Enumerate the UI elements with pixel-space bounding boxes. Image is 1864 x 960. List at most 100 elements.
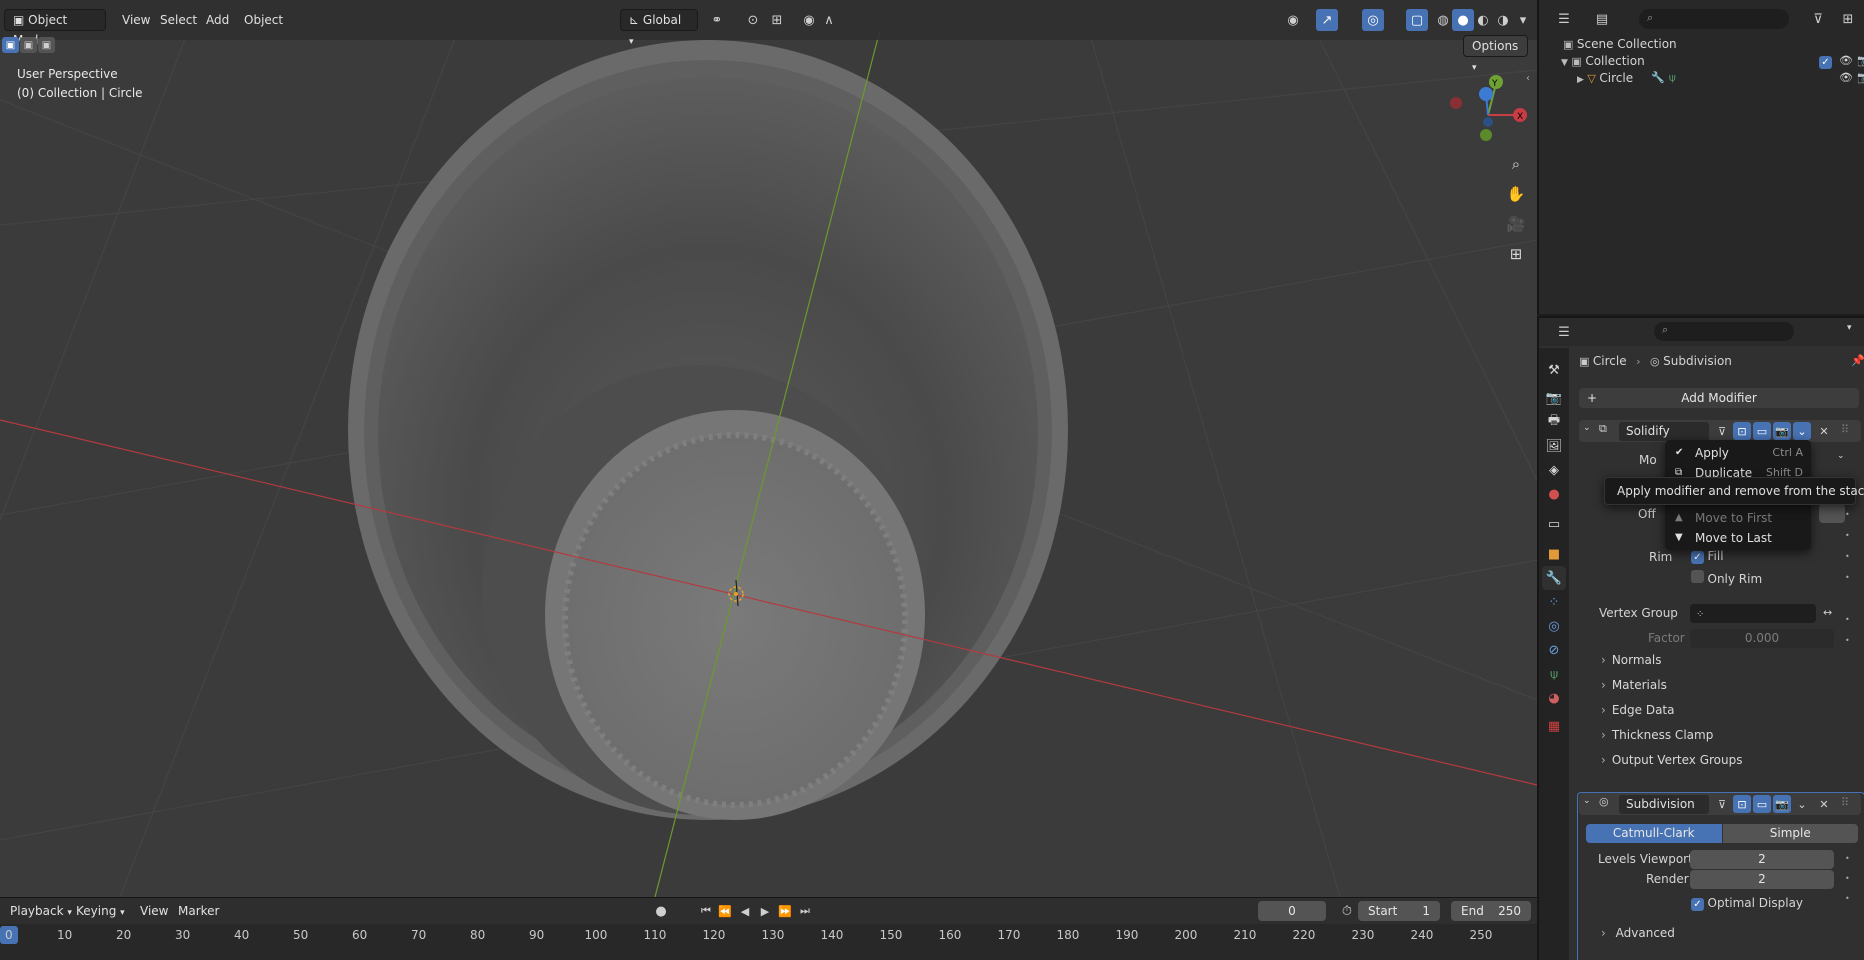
timeline-menu-keying[interactable]: Keying ▾ — [68, 900, 133, 922]
data-tab-icon[interactable]: ⍦ — [1542, 662, 1566, 686]
optimal-display-checkbox[interactable]: ✓ Optimal Display — [1691, 896, 1803, 911]
wrench-icon[interactable]: 🔧 — [1651, 71, 1665, 84]
eye-icon[interactable]: 👁 — [1839, 54, 1853, 67]
mesh-data-icon[interactable]: ⍦ — [1669, 71, 1676, 85]
advanced-panel[interactable]: › Advanced — [1601, 926, 1675, 940]
texture-tab-icon[interactable]: ▦ — [1542, 714, 1566, 738]
stopwatch-icon[interactable]: ⏱ — [1336, 900, 1358, 922]
gizmo-toggle-icon[interactable]: ↗ — [1316, 9, 1338, 31]
close-icon[interactable]: ✕ — [1815, 795, 1833, 813]
outliner-row-collection[interactable]: ▼ ▣ Collection ✓ 👁 📷 — [1561, 54, 1864, 69]
xray-toggle-icon[interactable]: ▢ — [1406, 9, 1428, 31]
render-levels-field[interactable]: 2 — [1690, 870, 1834, 889]
display-mode-icon[interactable]: ▤ — [1591, 8, 1613, 30]
output-tab-icon[interactable]: 🖶 — [1542, 410, 1566, 434]
outliner-row-circle[interactable]: ▶ ▽ Circle 🔧 ⍦ 👁 📷 — [1577, 71, 1864, 85]
chevron-down-icon[interactable]: ⌄ — [1583, 423, 1591, 433]
only-rim-checkbox[interactable]: Only Rim — [1691, 570, 1762, 586]
menu-item-apply[interactable]: ✔ Apply Ctrl A — [1665, 443, 1811, 463]
transform-orientation-select[interactable]: ⊾ Global ▾ — [620, 9, 698, 47]
scene-tab-icon[interactable]: ◈ — [1542, 458, 1566, 482]
modifier-name-field[interactable]: Subdivision — [1619, 795, 1709, 814]
physics-tab-icon[interactable]: ◎ — [1542, 614, 1566, 638]
vertex-group-field[interactable]: ⁘ — [1690, 604, 1816, 623]
select-extend-icon[interactable]: ▣ — [20, 37, 37, 53]
wireframe-shading-icon[interactable]: ◍ — [1432, 9, 1454, 31]
sidebar-toggle-icon[interactable]: ‹ — [1526, 73, 1530, 84]
visibility-icon[interactable]: ◉ — [1282, 9, 1304, 31]
menu-add[interactable]: Add — [198, 9, 237, 31]
modifier-menu-icon[interactable]: ⌄ — [1793, 422, 1811, 440]
mode-select[interactable]: ▣ Object Mode ▾ — [4, 9, 106, 47]
material-shading-icon[interactable]: ◐ — [1472, 9, 1494, 31]
render-camera-icon[interactable]: 📷 — [1857, 54, 1864, 67]
drag-handle-icon[interactable]: ⠿ — [1841, 796, 1849, 809]
solidify-subpanel[interactable]: › Materials — [1601, 678, 1667, 692]
render-camera-icon[interactable]: 📷 — [1857, 71, 1864, 84]
snap-icon[interactable]: ⊙ — [742, 9, 764, 31]
solidify-modifier-header[interactable]: ⌄ ⧉ Solidify ⊽ ⊡ ▭ 📷 ⌄ ✕ ⠿ — [1579, 420, 1861, 442]
play-reverse-icon[interactable]: ◀ — [734, 900, 756, 922]
end-frame-field[interactable]: End 250 — [1451, 901, 1531, 921]
timeline-menu-marker[interactable]: Marker — [170, 900, 227, 922]
collection-exclude-checkbox[interactable]: ✓ — [1819, 56, 1832, 69]
offset-field[interactable] — [1819, 504, 1845, 523]
modifier-name-field[interactable]: Solidify — [1619, 422, 1709, 441]
prev-keyframe-icon[interactable]: ⏪ — [714, 900, 736, 922]
simple-option[interactable]: Simple — [1722, 824, 1858, 843]
solidify-subpanel[interactable]: › Edge Data — [1601, 703, 1674, 717]
drag-handle-icon[interactable]: ⠿ — [1841, 423, 1849, 436]
solidify-subpanel[interactable]: › Output Vertex Groups — [1601, 753, 1742, 767]
jump-end-icon[interactable]: ⏭ — [794, 900, 816, 922]
menu-item-move-to-last[interactable]: ▼ Move to Last — [1665, 528, 1811, 548]
outliner-row-scene-collection[interactable]: ▣ Scene Collection — [1563, 37, 1677, 51]
catmull-clark-option[interactable]: Catmull-Clark — [1586, 824, 1722, 843]
filter-icon[interactable]: ⊽ — [1807, 8, 1829, 30]
viewport-display-icon[interactable]: ▭ — [1753, 422, 1771, 440]
invert-arrows-icon[interactable]: ↔ — [1823, 606, 1832, 619]
levels-viewport-field[interactable]: 2 — [1690, 850, 1834, 869]
camera-icon[interactable]: 🎥 — [1502, 210, 1530, 238]
3d-viewport[interactable]: ▣ Object Mode ▾ View Select Add Object ⊾… — [0, 0, 1537, 897]
modifier-tab-icon[interactable]: 🔧 — [1542, 566, 1566, 590]
particles-tab-icon[interactable]: ⁘ — [1542, 590, 1566, 614]
solidify-subpanel[interactable]: › Thickness Clamp — [1601, 728, 1713, 742]
close-icon[interactable]: ✕ — [1815, 422, 1833, 440]
solid-shading-icon[interactable]: ● — [1452, 9, 1474, 31]
falloff-icon[interactable]: ∧ — [818, 9, 840, 31]
overlays-toggle-icon[interactable]: ◎ — [1362, 9, 1384, 31]
play-icon[interactable]: ▶ — [754, 900, 776, 922]
current-frame-field[interactable]: 0 — [1258, 901, 1326, 921]
auto-keying-icon[interactable]: ● — [650, 900, 672, 922]
solidify-subpanel[interactable]: › Normals — [1601, 653, 1661, 667]
add-modifier-button[interactable]: + Add Modifier — [1579, 388, 1859, 408]
chevron-down-icon[interactable]: ⌄ — [1837, 451, 1845, 461]
view-layer-tab-icon[interactable]: 🖼 — [1542, 434, 1566, 458]
zoom-icon[interactable]: ⌕ — [1502, 150, 1530, 178]
ortho-grid-icon[interactable]: ⊞ — [1502, 240, 1530, 268]
shading-options-icon[interactable]: ▾ — [1512, 9, 1534, 31]
start-frame-field[interactable]: Start 1 — [1358, 901, 1440, 921]
render-icon[interactable]: 📷 — [1773, 795, 1791, 813]
render-icon[interactable]: 📷 — [1773, 422, 1791, 440]
options-dropdown[interactable]: Options ▾ — [1463, 35, 1528, 73]
fill-checkbox[interactable]: ✓ Fill — [1691, 549, 1724, 564]
on-cage-icon[interactable]: ⊡ — [1733, 795, 1751, 813]
snap-target-icon[interactable]: ⊞ — [766, 9, 788, 31]
next-keyframe-icon[interactable]: ⏩ — [774, 900, 796, 922]
modifier-menu-icon[interactable]: ⌄ — [1793, 795, 1811, 813]
select-subtract-icon[interactable]: ▣ — [38, 37, 55, 53]
object-tab-icon[interactable]: ■ — [1542, 542, 1566, 566]
proportional-edit-icon[interactable]: ◉ — [798, 9, 820, 31]
menu-item-move-to-first[interactable]: ▲ Move to First — [1665, 508, 1811, 528]
new-collection-icon[interactable]: ⊞ — [1837, 8, 1859, 30]
outliner-search-input[interactable]: ⌕ — [1639, 9, 1789, 29]
navigation-gizmo[interactable]: Y X — [1440, 70, 1530, 150]
collection-tab-icon[interactable]: ▭ — [1542, 512, 1566, 536]
subdivision-modifier-header[interactable]: ⌄ ◎ Subdivision ⊽ ⊡ ▭ 📷 ⌄ ✕ ⠿ — [1579, 793, 1861, 815]
edit-mode-icon[interactable]: ⊽ — [1713, 795, 1731, 813]
render-tab-icon[interactable]: 📷 — [1542, 386, 1566, 410]
frame-ruler[interactable]: 0 10 20 30 40 50 60 70 80 90 100 110 120 130 140 150 160… — [0, 924, 1537, 960]
pin-icon[interactable]: 📌 — [1851, 354, 1864, 367]
constraints-tab-icon[interactable]: ⊘ — [1542, 638, 1566, 662]
